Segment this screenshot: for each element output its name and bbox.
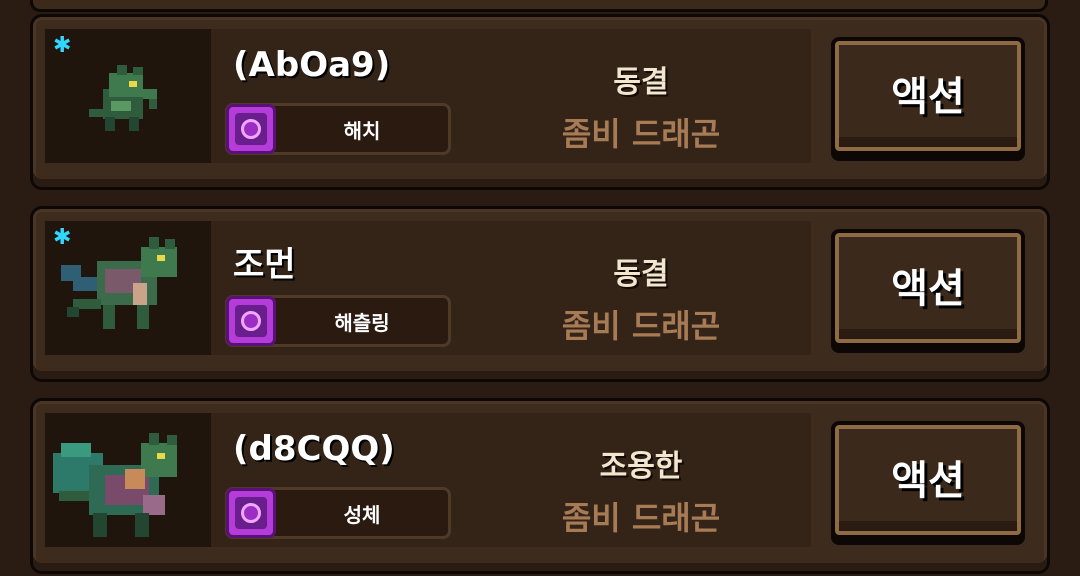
- previous-card-edge: [30, 0, 1048, 12]
- dragon-portrait[interactable]: ✱: [45, 29, 211, 163]
- dragon-status: 조용한: [599, 449, 683, 484]
- dragon-name: (d8CQQ): [233, 429, 395, 469]
- dragon-name: 조먼: [233, 245, 296, 285]
- growth-stage-label: 성체: [343, 502, 381, 527]
- action-button-label: 액션: [891, 266, 965, 312]
- dragon-card: ✱ (AbOa9) 해치 동결 좀비 드래곤 액션: [30, 14, 1050, 190]
- dragon-species: 좀비 드래곤: [561, 307, 721, 345]
- adult-dragon-sprite: [53, 433, 177, 537]
- dragon-status: 동결: [613, 257, 669, 292]
- dragon-status: 동결: [613, 65, 669, 100]
- gem-icon: [226, 104, 276, 154]
- hatchling-dragon-sprite: [61, 237, 177, 329]
- dragon-card: ✱ 조먼 해츨링 동결 좀비 드래곤 액션: [30, 206, 1050, 382]
- dragon-info-panel: (d8CQQ) 성체 조용한 좀비 드래곤: [211, 413, 811, 547]
- dragon-name: (AbOa9): [233, 45, 391, 85]
- gem-icon: [226, 296, 276, 346]
- dragon-portrait[interactable]: [45, 413, 211, 547]
- action-button[interactable]: 액션: [831, 421, 1025, 539]
- dragon-portrait[interactable]: ✱: [45, 221, 211, 355]
- growth-stage-label: 해치: [343, 118, 381, 143]
- growth-stage-label: 해츨링: [334, 310, 390, 335]
- action-button-label: 액션: [891, 458, 965, 504]
- dragon-species: 좀비 드래곤: [561, 499, 721, 537]
- dragon-info-panel: 조먼 해츨링 동결 좀비 드래곤: [211, 221, 811, 355]
- dragon-card: (d8CQQ) 성체 조용한 좀비 드래곤 액션: [30, 398, 1050, 574]
- dragon-list: ✱ (AbOa9) 해치 동결 좀비 드래곤 액션 ✱ 조먼 해츨링 동결 좀비…: [0, 0, 1080, 576]
- action-button[interactable]: 액션: [831, 229, 1025, 347]
- dragon-species: 좀비 드래곤: [561, 115, 721, 153]
- growth-stage-badge: 해츨링: [225, 295, 451, 347]
- hatch-dragon-sprite: [89, 65, 157, 131]
- growth-stage-badge: 해치: [225, 103, 451, 155]
- dragon-info-panel: (AbOa9) 해치 동결 좀비 드래곤: [211, 29, 811, 163]
- action-button[interactable]: 액션: [831, 37, 1025, 155]
- growth-stage-badge: 성체: [225, 487, 451, 539]
- action-button-label: 액션: [891, 74, 965, 120]
- gem-icon: [226, 488, 276, 538]
